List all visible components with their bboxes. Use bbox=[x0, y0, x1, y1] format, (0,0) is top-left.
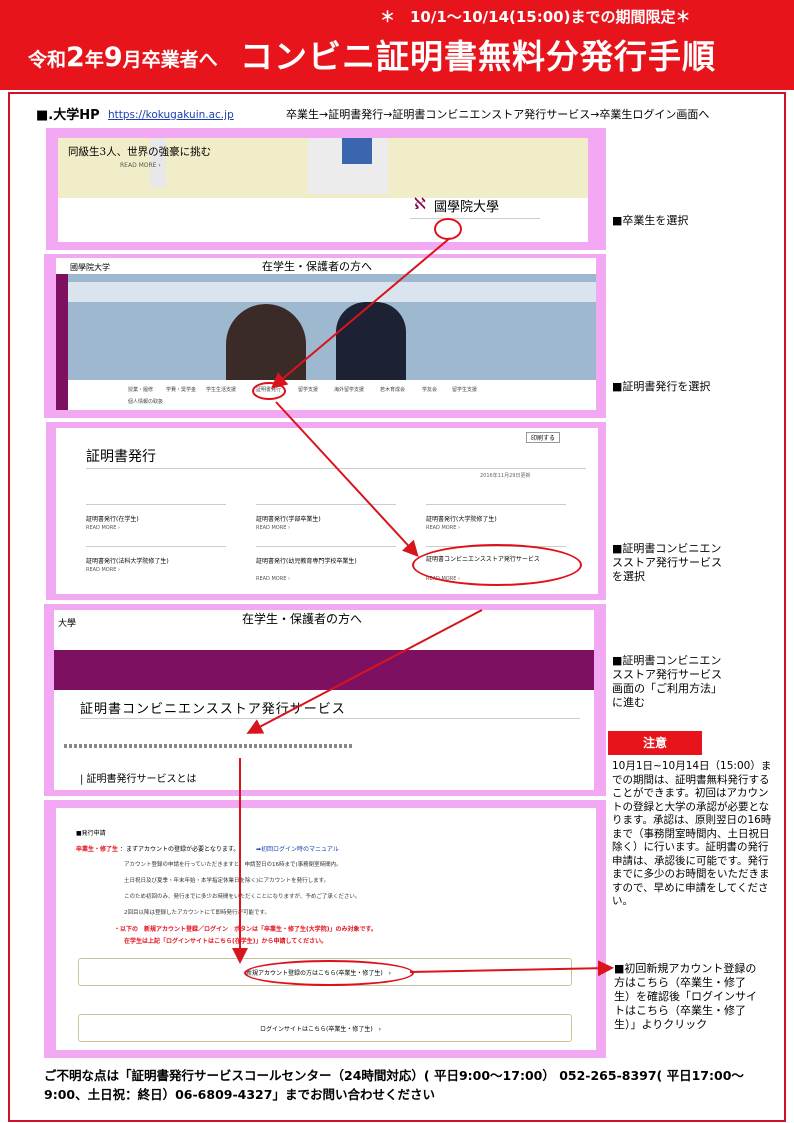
step4-screenshot: 大學 在学生・保護者の方へ 証明書コンビニエンスストア発行サービス | 証明書発… bbox=[54, 610, 594, 790]
cert-link[interactable]: 証明書発行(法科大学院修了生) bbox=[86, 556, 169, 565]
step4-menu-bar[interactable] bbox=[54, 650, 594, 690]
menu-item[interactable]: 留学生支援 bbox=[452, 386, 477, 393]
cert-link[interactable]: 証明書発行(大学院修了生) bbox=[426, 514, 497, 523]
service-title: 証明書コンビニエンスストア発行サービス bbox=[80, 702, 346, 717]
audience-label: 令和2年9月卒業者へ bbox=[28, 42, 218, 73]
convenience-highlight-circle bbox=[412, 544, 582, 586]
step2-note: ■証明書発行を選択 bbox=[612, 380, 711, 393]
info-line: このため初回のみ、発行までに多少お時間をいただくことになりますが、予めご了承くだ… bbox=[124, 894, 361, 900]
read-more-link[interactable]: READ MORE › bbox=[256, 576, 290, 582]
read-more-link[interactable]: READ MORE › bbox=[86, 567, 120, 573]
menu-item[interactable]: 学友会 bbox=[422, 386, 437, 393]
step1-note: ■卒業生を選択 bbox=[612, 214, 689, 227]
university-emblem-icon: ℵ bbox=[414, 194, 426, 213]
step2-heading: 在学生・保護者の方へ bbox=[262, 260, 372, 273]
caution-text: 10月1日~10月14日（15:00）までの期間は、証明書無料発行することができ… bbox=[612, 760, 772, 907]
info-line: アカウント登録の申請を行っていただきますと、申請翌日の16時まで(事務閉室時間内… bbox=[124, 862, 342, 868]
page-title: コンビニ証明書無料分発行手順 bbox=[240, 37, 716, 76]
manual-link[interactable]: ➡初回ログイン時のマニュアル bbox=[256, 844, 339, 853]
navigation-path: 卒業生→証明書発行→証明書コンビニエンストア発行サービス→卒業生ログイン画面へ bbox=[286, 108, 710, 121]
graduate-highlight-circle bbox=[434, 218, 462, 240]
updated-date: 2016年11月29日更新 bbox=[480, 473, 531, 479]
step3-note: ■証明書コンビニエン スストア発行サービス を選択 bbox=[612, 542, 722, 583]
section-heading: | 証明書発行サービスとは bbox=[80, 774, 197, 785]
period-subtitle: ＊ 10/1～10/14(15:00)までの期間限定＊ bbox=[380, 8, 691, 26]
hp-label: ■.大学HP bbox=[36, 108, 100, 123]
step4-heading: 在学生・保護者の方へ bbox=[242, 612, 363, 626]
read-more-link[interactable]: READ MORE › bbox=[120, 162, 161, 169]
step4-logo: 大學 bbox=[58, 619, 77, 629]
caution-label: 注意 bbox=[608, 731, 702, 755]
login-site-label: ログインサイトはこちら(卒業生・修了生) › bbox=[260, 1026, 382, 1033]
menu-item[interactable]: 若木育成会 bbox=[380, 386, 405, 393]
title-banner: ＊ 10/1～10/14(15:00)までの期間限定＊ 令和2年9月卒業者へ コ… bbox=[0, 0, 794, 90]
menu-item[interactable]: 学生生活支援 bbox=[206, 386, 236, 393]
menu-item[interactable]: 個人情報の取扱 bbox=[128, 398, 163, 405]
intro-text: ：まずアカウントの登録が必要となります。 bbox=[120, 846, 240, 853]
menu-item[interactable]: 学費・奨学金 bbox=[166, 386, 196, 393]
step4-note: ■証明書コンビニエン スストア発行サービス 画面の「ご利用方法」 に進む bbox=[612, 654, 722, 709]
university-url-link[interactable]: https://kokugakuin.ac.jp bbox=[108, 109, 234, 121]
top-nav-bar[interactable] bbox=[410, 218, 540, 230]
step1-screenshot: 同級生3人、世界の強豪に挑む READ MORE › ℵ 國學院大學 bbox=[58, 138, 588, 242]
menu-item[interactable]: 授業・履修 bbox=[128, 386, 153, 393]
menu-item[interactable]: 留学支援 bbox=[298, 386, 318, 393]
hero-headline: 同級生3人、世界の強豪に挑む bbox=[68, 146, 212, 158]
step2-panel: 國學院大学 在学生・保護者の方へ 授業・履修 学費・奨学金 学生生活支援 証明書… bbox=[44, 254, 606, 418]
step3-screenshot: 印刷する 証明書発行 2016年11月29日更新 証明書発行(在学生) 証明書発… bbox=[56, 428, 598, 594]
step2-screenshot: 國學院大学 在学生・保護者の方へ 授業・履修 学費・奨学金 学生生活支援 証明書… bbox=[56, 258, 596, 410]
cert-link[interactable]: 証明書発行(在学生) bbox=[86, 514, 139, 523]
info-line: 2回目以降は登録したアカウントにて即時発行が可能です。 bbox=[124, 910, 270, 916]
read-more-link[interactable]: READ MORE › bbox=[426, 525, 460, 531]
step5-note: ■初回新規アカウント登録の 方はこちら（卒業生・修了 生）を確認後「ログインサイ… bbox=[614, 962, 757, 1031]
student-figure bbox=[226, 304, 306, 380]
apply-label: ■発行申請 bbox=[76, 830, 106, 837]
menu-item[interactable]: 海外留学支援 bbox=[334, 386, 364, 393]
cert-link[interactable]: 証明書発行(幼児教育専門学校卒業生) bbox=[256, 556, 357, 565]
step1-panel: 同級生3人、世界の強豪に挑む READ MORE › ℵ 國學院大學 bbox=[46, 128, 606, 250]
contact-footer: ご不明な点は「証明書発行サービスコールセンター（24時間対応）( 平日9:00～… bbox=[44, 1068, 744, 1102]
info-line: 土日祝日及び夏季・年末年始・本学指定休業日を除く)にアカウントを発行します。 bbox=[124, 878, 330, 884]
staff-figure bbox=[336, 302, 406, 380]
read-more-link[interactable]: READ MORE › bbox=[86, 525, 120, 531]
cert-link[interactable]: 証明書発行(学部卒業生) bbox=[256, 514, 321, 523]
step3-panel: 印刷する 証明書発行 2016年11月29日更新 証明書発行(在学生) 証明書発… bbox=[46, 422, 606, 600]
role-label: 卒業生・修了生 bbox=[76, 846, 119, 853]
read-more-link[interactable]: READ MORE › bbox=[256, 525, 290, 531]
step4-panel: 大學 在学生・保護者の方へ 証明書コンビニエンスストア発行サービス | 証明書発… bbox=[44, 604, 606, 796]
red-notice: ・以下の 新規アカウント登録／ログイン ボタンは「卒業生・修了生(大学院)」のみ… bbox=[114, 926, 377, 933]
step3-heading: 証明書発行 bbox=[86, 449, 156, 465]
red-notice-students: 在学生は上記「ログインサイトはこちら(在学生)」から申請してください。 bbox=[124, 938, 328, 945]
certificate-highlight-circle bbox=[252, 382, 286, 400]
step2-logo: 國學院大学 bbox=[70, 263, 110, 272]
step5-panel: ■発行申請 卒業生・修了生 ：まずアカウントの登録が必要となります。 ➡初回ログ… bbox=[44, 800, 606, 1058]
print-button[interactable]: 印刷する bbox=[526, 432, 561, 443]
university-name: 國學院大學 bbox=[434, 200, 500, 215]
step5-screenshot: ■発行申請 卒業生・修了生 ：まずアカウントの登録が必要となります。 ➡初回ログ… bbox=[56, 808, 596, 1050]
new-account-highlight-circle bbox=[244, 960, 414, 986]
